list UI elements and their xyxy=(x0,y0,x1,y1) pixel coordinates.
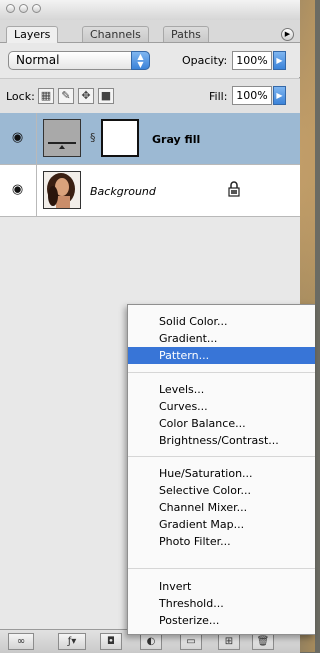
menu-separator xyxy=(128,456,315,457)
palette-title-bar[interactable] xyxy=(0,0,300,20)
tab-paths[interactable]: Paths xyxy=(163,26,209,42)
opacity-field[interactable]: 100% ▶ xyxy=(232,51,286,70)
menu-item-levels[interactable]: Levels... xyxy=(128,381,315,398)
menu-item-curves[interactable]: Curves... xyxy=(128,398,315,415)
portrait-thumbnail-image xyxy=(44,172,80,208)
menu-item-color-balance[interactable]: Color Balance... xyxy=(128,415,315,432)
layer-row-background[interactable]: ◉ Background xyxy=(0,165,300,217)
tab-channels[interactable]: Channels xyxy=(82,26,149,42)
trash-icon[interactable]: 🗑 xyxy=(252,633,274,650)
zoom-button[interactable] xyxy=(32,4,41,13)
fill-slider-arrow-icon[interactable]: ▶ xyxy=(273,86,286,105)
menu-item-brightness-contrast[interactable]: Brightness/Contrast... xyxy=(128,432,315,449)
menu-separator xyxy=(128,372,315,373)
adjustment-layer-menu: Solid Color... Gradient... Pattern... Le… xyxy=(127,304,315,635)
link-layers-icon[interactable]: ∞ xyxy=(8,633,34,650)
menu-item-threshold[interactable]: Threshold... xyxy=(128,595,315,612)
fill-layer-thumbnail xyxy=(43,119,81,157)
minimize-button[interactable] xyxy=(19,4,28,13)
menu-item-pattern[interactable]: Pattern... xyxy=(128,347,315,364)
opacity-label: Opacity: xyxy=(182,54,228,67)
blend-options-row: Normal ▲ ▼ Opacity: 100% ▶ xyxy=(0,43,300,77)
close-button[interactable] xyxy=(6,4,15,13)
visibility-toggle[interactable]: ◉ xyxy=(0,165,37,216)
layer-name[interactable]: Gray fill xyxy=(152,133,200,146)
blend-mode-select[interactable]: Normal ▲ ▼ xyxy=(8,51,150,70)
lock-position-icon[interactable]: ✥ xyxy=(78,88,94,104)
fill-field[interactable]: 100% ▶ xyxy=(232,86,286,105)
visibility-toggle[interactable]: ◉ xyxy=(0,113,37,164)
menu-item-gradient[interactable]: Gradient... xyxy=(128,330,315,347)
menu-item-channel-mixer[interactable]: Channel Mixer... xyxy=(128,499,315,516)
opacity-value: 100% xyxy=(236,54,268,67)
layer-mask-thumbnail[interactable] xyxy=(101,119,139,157)
lock-label: Lock: xyxy=(6,90,35,103)
chevron-updown-icon: ▲ ▼ xyxy=(131,51,150,70)
panel-menu-icon[interactable]: ▶ xyxy=(281,28,294,41)
layer-name[interactable]: Background xyxy=(90,185,156,198)
menu-item-hue-saturation[interactable]: Hue/Saturation... xyxy=(128,465,315,482)
eye-icon: ◉ xyxy=(11,130,24,145)
fill-label: Fill: xyxy=(209,90,228,103)
menu-item-invert[interactable]: Invert xyxy=(128,578,315,595)
menu-item-solid-color[interactable]: Solid Color... xyxy=(128,313,315,330)
lock-all-icon[interactable]: ■ xyxy=(98,88,114,104)
new-adjustment-layer-icon[interactable]: ◐ xyxy=(140,633,162,650)
menu-item-selective-color[interactable]: Selective Color... xyxy=(128,482,315,499)
add-mask-icon[interactable]: ◘ xyxy=(100,633,122,650)
lock-icon xyxy=(228,181,240,197)
new-layer-icon[interactable]: ⊞ xyxy=(218,633,240,650)
lock-options-row: Lock: ▦ ✎ ✥ ■ Fill: 100% ▶ xyxy=(0,78,300,114)
menu-item-gradient-map[interactable]: Gradient Map... xyxy=(128,516,315,533)
layer-style-icon[interactable]: ƒ▾ xyxy=(58,633,86,650)
menu-separator xyxy=(128,568,315,569)
opacity-slider-arrow-icon[interactable]: ▶ xyxy=(273,51,286,70)
new-group-icon[interactable]: ▭ xyxy=(180,633,202,650)
link-icon[interactable]: § xyxy=(90,131,96,144)
layer-row-gray-fill[interactable]: ◉ § Gray fill xyxy=(0,113,300,165)
adjustment-slider-icon xyxy=(48,142,76,149)
fill-value: 100% xyxy=(236,89,268,102)
lock-transparency-icon[interactable]: ▦ xyxy=(38,88,54,104)
palette-tabs: Layers Channels Paths ▶ xyxy=(0,20,300,43)
menu-item-posterize[interactable]: Posterize... xyxy=(128,612,315,629)
blend-mode-value: Normal xyxy=(16,53,60,67)
lock-pixels-icon[interactable]: ✎ xyxy=(58,88,74,104)
menu-item-photo-filter[interactable]: Photo Filter... xyxy=(128,533,315,550)
tab-layers[interactable]: Layers xyxy=(6,26,59,43)
background-layer-thumbnail xyxy=(43,171,81,209)
eye-icon: ◉ xyxy=(11,182,24,197)
